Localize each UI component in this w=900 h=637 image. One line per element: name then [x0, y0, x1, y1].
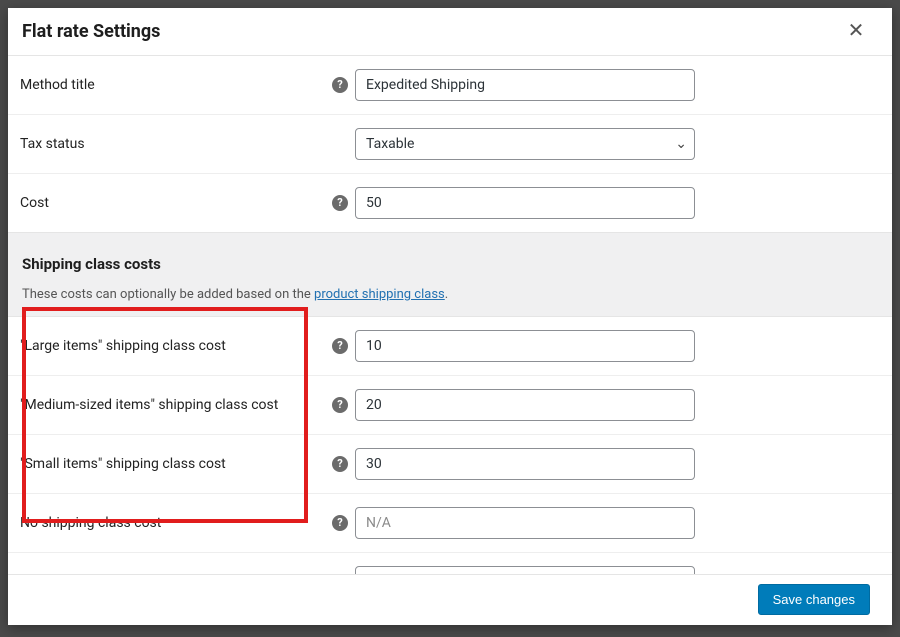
row-tax-status: Tax status Taxable ⌄ [8, 114, 892, 173]
row-cost: Cost ? [8, 173, 892, 232]
class-cost-label: "Large items" shipping class cost [20, 338, 325, 354]
help-icon[interactable]: ? [332, 397, 348, 413]
help-icon[interactable]: ? [332, 195, 348, 211]
general-settings-section: Method title ? Tax status Taxable [8, 56, 892, 233]
shipping-class-costs-section: "Large items" shipping class cost ? "Med… [8, 316, 892, 574]
row-calculation-type: Calculation type Per order: Charge shipp… [8, 552, 892, 574]
row-class-cost: "Large items" shipping class cost ? [8, 317, 892, 375]
class-cost-input[interactable] [355, 389, 695, 421]
help-icon[interactable]: ? [332, 338, 348, 354]
label-tax-status: Tax status [20, 136, 325, 152]
row-class-cost: "Medium-sized items" shipping class cost… [8, 375, 892, 434]
shipping-class-costs-heading: Shipping class costs [22, 255, 878, 273]
cost-input[interactable] [355, 187, 695, 219]
row-class-cost: "Small items" shipping class cost ? [8, 434, 892, 493]
description-suffix: . [445, 287, 448, 302]
shipping-class-costs-heading-block: Shipping class costs These costs can opt… [8, 233, 892, 316]
close-button[interactable]: ✕ [836, 11, 876, 51]
row-class-cost: No shipping class cost ? [8, 493, 892, 552]
product-shipping-class-link[interactable]: product shipping class [314, 287, 445, 302]
modal-title: Flat rate Settings [22, 21, 160, 42]
method-title-input[interactable] [355, 69, 695, 101]
settings-modal: Flat rate Settings ✕ Method title ? Tax … [8, 8, 892, 625]
class-cost-input[interactable] [355, 330, 695, 362]
help-icon[interactable]: ? [332, 456, 348, 472]
help-icon[interactable]: ? [332, 515, 348, 531]
label-method-title: Method title [20, 77, 325, 93]
label-cost: Cost [20, 195, 325, 211]
class-cost-input[interactable] [355, 507, 695, 539]
row-method-title: Method title ? [8, 56, 892, 114]
class-cost-label: "Small items" shipping class cost [20, 456, 325, 472]
save-button[interactable]: Save changes [758, 584, 870, 615]
modal-footer: Save changes [8, 574, 892, 625]
help-icon[interactable]: ? [332, 77, 348, 93]
modal-header: Flat rate Settings ✕ [8, 8, 892, 56]
class-cost-label: No shipping class cost [20, 515, 325, 531]
tax-status-select[interactable]: Taxable [355, 128, 695, 160]
modal-body[interactable]: Method title ? Tax status Taxable [8, 56, 892, 574]
description-prefix: These costs can optionally be added base… [22, 287, 314, 302]
calculation-type-select[interactable]: Per order: Charge shipping for the most … [355, 566, 695, 574]
class-cost-input[interactable] [355, 448, 695, 480]
shipping-class-costs-description: These costs can optionally be added base… [22, 287, 878, 302]
class-cost-label: "Medium-sized items" shipping class cost [20, 397, 325, 413]
close-icon: ✕ [848, 21, 865, 41]
